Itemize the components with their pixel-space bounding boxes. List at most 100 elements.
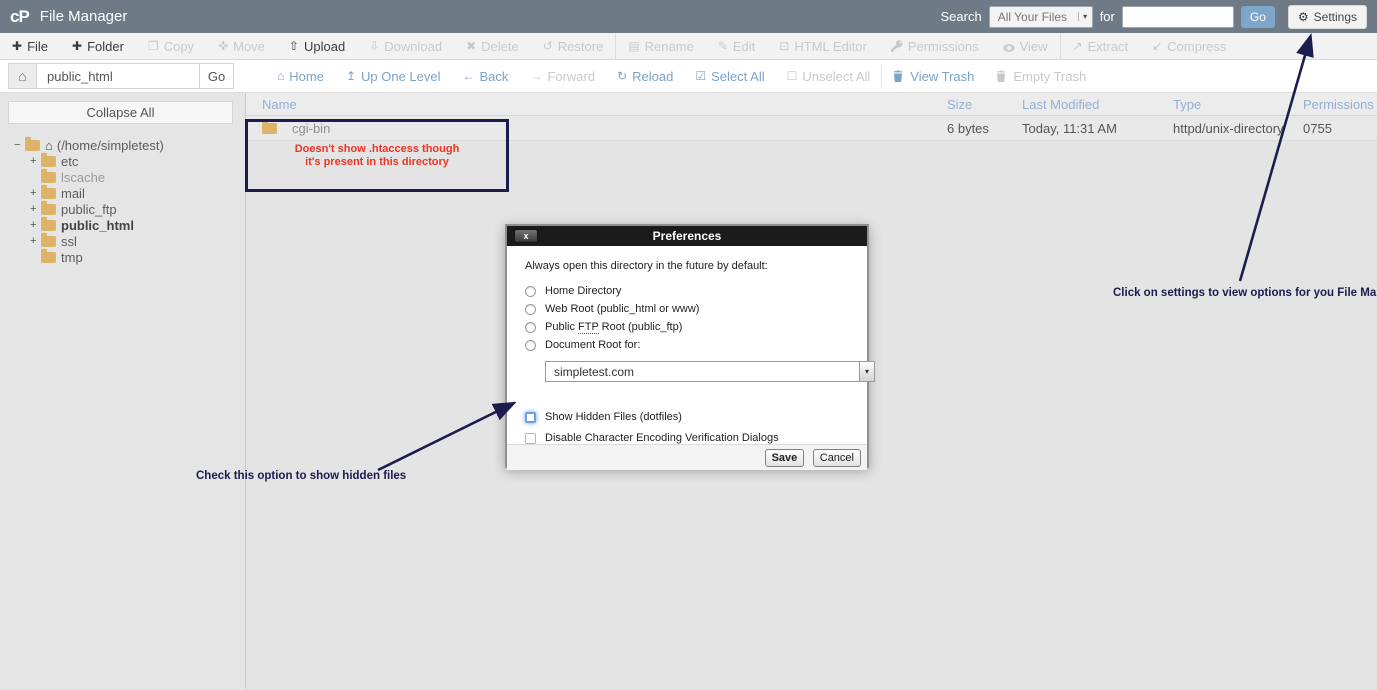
trash-icon: [996, 70, 1008, 82]
tree-item-public-html[interactable]: +public_html: [30, 217, 245, 233]
extract-icon: ↗: [1073, 39, 1083, 53]
collapse-all-button[interactable]: Collapse All: [8, 101, 233, 124]
back-arrow-icon: ←: [463, 69, 475, 83]
tree-item-ssl[interactable]: +ssl: [30, 233, 245, 249]
key-icon: [891, 40, 903, 52]
app-header: cP File Manager Search All Your Files ▾ …: [0, 0, 1377, 33]
search-scope-select[interactable]: All Your Files ▾: [989, 6, 1093, 28]
copy-icon: ❐: [148, 39, 159, 53]
eye-icon: [1003, 40, 1015, 52]
tree-item-lscache[interactable]: lscache: [30, 169, 245, 185]
search-input[interactable]: [1122, 6, 1234, 28]
tree-item-public-ftp[interactable]: +public_ftp: [30, 201, 245, 217]
folder-icon: [41, 204, 56, 215]
nav-back[interactable]: ←Back: [452, 60, 520, 92]
toolbar-item-compress: ↙Compress: [1140, 33, 1238, 59]
folder-icon: [41, 220, 56, 231]
folder-icon: [41, 172, 56, 183]
toolbar-item-restore: ↺Restore: [531, 33, 616, 59]
select-value: simpletest.com: [546, 362, 859, 381]
page-title: File Manager: [40, 8, 128, 25]
expand-toggle[interactable]: +: [30, 219, 41, 231]
toolbar-item-rename: ▤Rename: [616, 33, 705, 59]
radio-web-root[interactable]: Web Root (public_html or www): [525, 300, 849, 318]
radio-button[interactable]: [525, 340, 536, 351]
toolbar-item-edit: ✎Edit: [706, 33, 767, 59]
toolbar-item-upload[interactable]: ⇧Upload: [277, 33, 357, 59]
radio-button[interactable]: [525, 322, 536, 333]
toolbar-item-extract: ↗Extract: [1061, 33, 1141, 59]
path-input[interactable]: [36, 63, 200, 89]
dialog-lead-text: Always open this directory in the future…: [525, 260, 849, 272]
trash-icon: [893, 70, 905, 82]
chevron-down-icon: ▾: [1078, 12, 1092, 21]
nav-home[interactable]: ⌂Home: [266, 60, 335, 92]
radio-document-root[interactable]: Document Root for:: [525, 336, 849, 354]
column-header-type[interactable]: Type: [1173, 97, 1303, 112]
column-header-name[interactable]: Name: [246, 97, 947, 112]
folder-icon: [41, 188, 56, 199]
gear-icon: ⚙: [1298, 10, 1309, 24]
save-button[interactable]: Save: [765, 449, 805, 467]
document-root-select[interactable]: simpletest.com ▾: [545, 361, 875, 382]
radio-public-ftp-root[interactable]: Public FTP Root (public_ftp): [525, 318, 849, 336]
column-header-permissions[interactable]: Permissions: [1303, 97, 1377, 112]
path-bar: ⌂ Go: [0, 63, 246, 89]
search-label: Search: [940, 9, 981, 24]
annotation-row-note: Doesn't show .htaccess though it's prese…: [252, 143, 502, 169]
expand-toggle[interactable]: +: [30, 187, 41, 199]
radio-button[interactable]: [525, 304, 536, 315]
settings-label: Settings: [1314, 10, 1357, 24]
folder-icon: [41, 252, 56, 263]
toolbar-item-file[interactable]: ✚File: [0, 33, 60, 59]
home-icon[interactable]: ⌂: [8, 63, 36, 89]
chevron-down-icon: ▾: [859, 362, 874, 381]
checkbox[interactable]: [525, 433, 536, 444]
expand-toggle[interactable]: +: [30, 203, 41, 215]
file-type: httpd/unix-directory: [1173, 121, 1303, 136]
expand-toggle[interactable]: +: [30, 235, 41, 247]
checkbox[interactable]: [525, 412, 536, 423]
nav-select-all[interactable]: ☑Select All: [684, 60, 775, 92]
file-permissions: 0755: [1303, 121, 1377, 136]
plus-icon: ✚: [12, 39, 22, 53]
home-icon: ⌂: [45, 138, 53, 153]
nav-reload[interactable]: ↻Reload: [606, 60, 684, 92]
annotation-checkbox-note: Check this option to show hidden files: [196, 470, 406, 482]
settings-button[interactable]: ⚙ Settings: [1288, 5, 1367, 29]
checkbox-disable-encoding-dialogs[interactable]: Disable Character Encoding Verification …: [525, 432, 849, 444]
file-size: 6 bytes: [947, 121, 1022, 136]
toolbar-item-folder[interactable]: ✚Folder: [60, 33, 136, 59]
radio-home-directory[interactable]: Home Directory: [525, 282, 849, 300]
nav-up-one-level[interactable]: ↥Up One Level: [335, 60, 452, 92]
radio-button[interactable]: [525, 286, 536, 297]
tree-item-root[interactable]: −⌂(/home/simpletest): [14, 137, 245, 153]
forward-arrow-icon: →: [530, 69, 542, 83]
directory-tree: −⌂(/home/simpletest) +etc lscache +mail …: [14, 137, 245, 265]
dialog-footer: Save Cancel: [507, 444, 867, 470]
reload-icon: ↻: [617, 69, 627, 83]
tree-item-mail[interactable]: +mail: [30, 185, 245, 201]
column-header-last-modified[interactable]: Last Modified: [1022, 97, 1173, 112]
nav-empty-trash: Empty Trash: [985, 60, 1097, 92]
tree-item-tmp[interactable]: tmp: [30, 249, 245, 265]
file-toolbar: ✚File ✚Folder ❐Copy ✜Move ⇧Upload ⇩Downl…: [0, 33, 1377, 60]
column-header-size[interactable]: Size: [947, 97, 1022, 112]
expand-toggle[interactable]: +: [30, 155, 41, 167]
close-icon[interactable]: x: [514, 229, 538, 243]
annotation-settings-note: Click on settings to view options for yo…: [1113, 287, 1377, 299]
up-arrow-icon: ↥: [346, 69, 356, 83]
toolbar-item-html-editor: ⊡HTML Editor: [767, 33, 879, 59]
nav-forward: →Forward: [519, 60, 606, 92]
toolbar-item-delete: ✖Delete: [454, 33, 531, 59]
home-icon: ⌂: [277, 69, 284, 83]
search-go-button[interactable]: Go: [1241, 6, 1275, 28]
restore-icon: ↺: [543, 39, 553, 53]
nav-view-trash[interactable]: View Trash: [882, 60, 985, 92]
directory-tree-sidebar: Collapse All −⌂(/home/simpletest) +etc l…: [0, 93, 246, 689]
path-go-button[interactable]: Go: [200, 63, 234, 89]
tree-item-etc[interactable]: +etc: [30, 153, 245, 169]
cancel-button[interactable]: Cancel: [813, 449, 861, 467]
checkbox-show-hidden-files[interactable]: Show Hidden Files (dotfiles): [525, 411, 849, 423]
collapse-toggle[interactable]: −: [14, 139, 25, 151]
